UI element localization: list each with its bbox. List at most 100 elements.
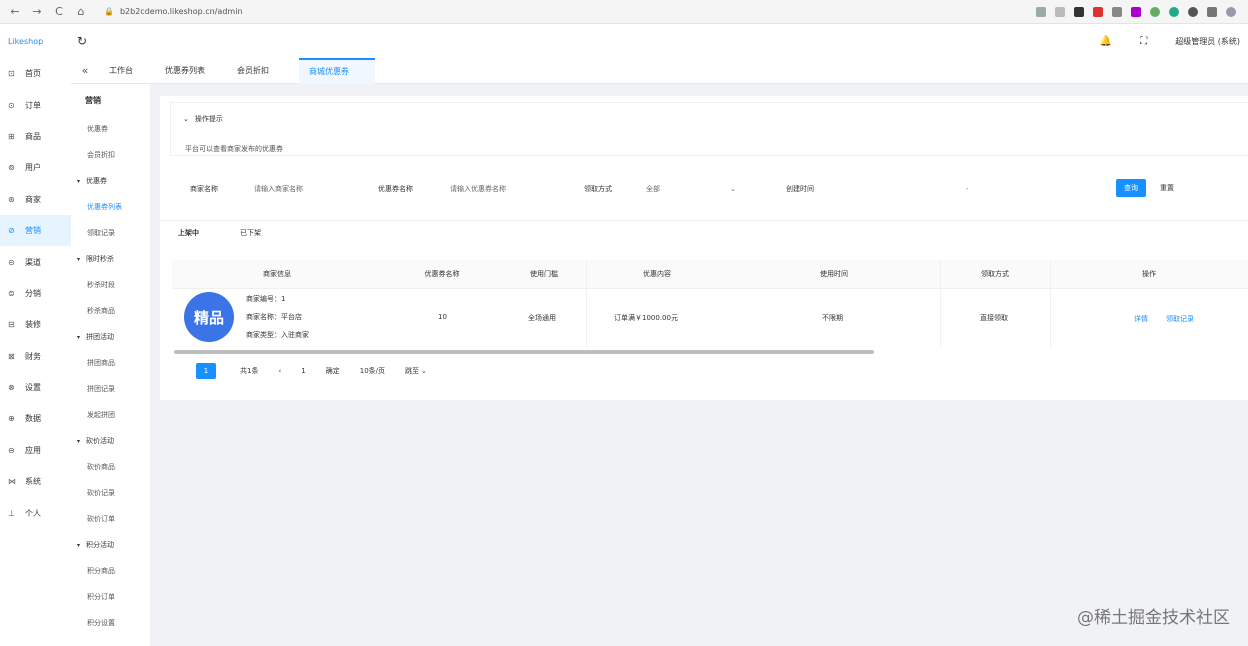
back-icon[interactable]: ← — [6, 3, 24, 21]
filter-form: 商家名称 请输入商家名称 优惠券名称 请输入优惠券名称 领取方式 全部 ⌄ 创建… — [160, 174, 1248, 204]
notice-text: 平台可以查看商家发布的优惠券 — [185, 145, 283, 153]
home-icon[interactable]: ⌂ — [72, 3, 90, 21]
subnav-item[interactable]: 秒杀商品 — [71, 298, 150, 324]
sidebar-item-apps[interactable]: ⊖ 应用 — [0, 435, 71, 466]
sidebar-item-label: 数据 — [25, 414, 41, 424]
reload-icon[interactable]: C — [50, 3, 68, 21]
page-number-current[interactable]: 1 — [196, 363, 216, 379]
sidebar-item-marketing[interactable]: ⊘ 营销 — [0, 214, 71, 247]
sidebar-item-goods[interactable]: ⊞ 商品 — [0, 121, 71, 152]
page-size-select[interactable]: 10条/页 — [360, 366, 385, 376]
subnav-item[interactable]: 发起拼团 — [71, 402, 150, 428]
coupon-name-input[interactable]: 请输入优惠券名称 — [450, 184, 506, 194]
sidebar-item-personal[interactable]: ⊥ 个人 — [0, 497, 71, 528]
logo[interactable]: Likeshop — [0, 37, 72, 46]
subnav-group[interactable]: ▾ 积分活动 — [71, 532, 150, 558]
tab-off-shelf[interactable]: 已下架 — [240, 228, 261, 238]
sidebar-item-label: 渠道 — [25, 257, 41, 267]
extension-icon[interactable] — [1169, 6, 1179, 17]
tab-mall-coupon[interactable]: 商城优惠券 — [299, 57, 375, 84]
query-button[interactable]: 查询 — [1116, 179, 1146, 197]
detail-link[interactable]: 详情 — [1134, 314, 1148, 324]
notice-title: 操作提示 — [194, 115, 223, 123]
forward-icon[interactable]: → — [28, 3, 46, 21]
page-jump-input[interactable]: 1 — [301, 367, 305, 375]
tab-workbench[interactable]: 工作台 — [99, 58, 155, 84]
sidebar-item-channels[interactable]: ⊝ 渠道 — [0, 246, 71, 277]
extension-icon[interactable] — [1131, 6, 1141, 17]
table-row-divider — [172, 288, 1248, 289]
subnav-item[interactable]: 砍价商品 — [71, 454, 150, 480]
tab-member-discount[interactable]: 会员折扣 — [227, 58, 291, 84]
extension-icon[interactable] — [1036, 6, 1046, 17]
sidebar-item-settings[interactable]: ⊗ 设置 — [0, 372, 71, 403]
tab-bar: « 工作台 优惠券列表 会员折扣 商城优惠券 — [71, 57, 1248, 84]
caret-down-icon: ▾ — [77, 177, 81, 185]
reset-button[interactable]: 重置 — [1154, 179, 1180, 197]
extension-icon[interactable] — [1093, 6, 1103, 17]
fullscreen-icon[interactable]: ⛶ — [1140, 36, 1147, 47]
subnav-item[interactable]: 砍价记录 — [71, 480, 150, 506]
extension-icon[interactable] — [1188, 6, 1198, 17]
user-icon: ⊚ — [8, 163, 15, 173]
sidebar-item-finance[interactable]: ⊠ 财务 — [0, 341, 71, 372]
subnav-item-coupon-list[interactable]: 优惠券列表 — [71, 194, 150, 220]
profile-icon[interactable] — [1226, 6, 1236, 17]
refresh-icon[interactable]: ↻ — [72, 34, 92, 48]
subnav-item[interactable]: 积分设置 — [71, 610, 150, 636]
receive-record-link[interactable]: 领取记录 — [1166, 314, 1194, 324]
shop-id: 商家编号：1 — [246, 295, 286, 303]
sidebar-item-distribution[interactable]: ⊜ 分销 — [0, 278, 71, 309]
extension-icon[interactable] — [1112, 6, 1122, 17]
sidebar-item-label: 首页 — [25, 69, 41, 79]
col-actions: 操作 — [1050, 260, 1248, 288]
subnav-item[interactable]: 拼团商品 — [71, 350, 150, 376]
sidebar-item-users[interactable]: ⊚ 用户 — [0, 152, 71, 183]
subnav-item[interactable]: 会员折扣 — [71, 142, 150, 168]
horizontal-scrollbar[interactable] — [174, 350, 874, 354]
get-method-label: 领取方式 — [584, 185, 612, 193]
subnav-item[interactable]: 积分订单 — [71, 584, 150, 610]
caret-down-icon: ▾ — [77, 333, 81, 341]
notice-toggle[interactable]: ⌄ 操作提示 — [183, 114, 223, 124]
sidebar-item-label: 系统 — [25, 477, 41, 487]
bell-icon[interactable]: 🔔 — [1100, 36, 1112, 47]
create-time-range[interactable]: - — [966, 185, 969, 193]
col-shop-info: 商家信息 — [172, 260, 382, 288]
subnav-item[interactable]: 秒杀时段 — [71, 272, 150, 298]
column-divider — [1050, 260, 1051, 348]
puzzle-icon[interactable] — [1207, 6, 1217, 17]
use-time-cell: 不限期 — [822, 314, 843, 322]
subnav-item[interactable]: 砍价订单 — [71, 506, 150, 532]
confirm-button[interactable]: 确定 — [326, 366, 340, 376]
extension-icon[interactable] — [1150, 6, 1160, 17]
tab-on-shelf[interactable]: 上架中 — [178, 228, 199, 238]
prev-page-icon[interactable]: ‹ — [278, 367, 281, 375]
address-bar[interactable]: 🔒 b2b2cdemo.likeshop.cn/admin — [104, 3, 243, 21]
sidebar-item-home[interactable]: ⊡ 首页 — [0, 58, 71, 89]
subnav-item[interactable]: 领取记录 — [71, 220, 150, 246]
tab-coupon-list[interactable]: 优惠券列表 — [155, 58, 227, 84]
app-header: Likeshop ↻ 🔔 ⛶ 超级管理员 (系统) — [0, 24, 1248, 58]
star-icon[interactable] — [1055, 6, 1065, 17]
get-method-select[interactable]: 全部 — [646, 184, 660, 194]
collapse-icon[interactable]: « — [71, 64, 99, 77]
sidebar-item-orders[interactable]: ⊙ 订单 — [0, 89, 71, 120]
subnav-group[interactable]: ▾ 砍价活动 — [71, 428, 150, 454]
system-icon: ⋈ — [8, 477, 16, 487]
extension-icon[interactable] — [1074, 6, 1084, 17]
subnav-item[interactable]: 优惠券 — [71, 116, 150, 142]
user-menu[interactable]: 超级管理员 (系统) — [1175, 36, 1240, 47]
shop-name-input[interactable]: 请输入商家名称 — [254, 184, 303, 194]
column-divider — [940, 260, 941, 348]
sidebar-item-data[interactable]: ⊕ 数据 — [0, 403, 71, 434]
get-method-cell: 直接领取 — [980, 314, 1008, 322]
subnav-group[interactable]: ▾ 拼团活动 — [71, 324, 150, 350]
sidebar-item-shops[interactable]: ⊛ 商家 — [0, 184, 71, 215]
subnav-item[interactable]: 拼团记录 — [71, 376, 150, 402]
subnav-item[interactable]: 积分商品 — [71, 558, 150, 584]
sidebar-item-decoration[interactable]: ⊟ 装修 — [0, 309, 71, 340]
sidebar-item-system[interactable]: ⋈ 系统 — [0, 466, 71, 497]
subnav-group[interactable]: ▾ 优惠券 — [71, 168, 150, 194]
subnav-group[interactable]: ▾ 限时秒杀 — [71, 246, 150, 272]
